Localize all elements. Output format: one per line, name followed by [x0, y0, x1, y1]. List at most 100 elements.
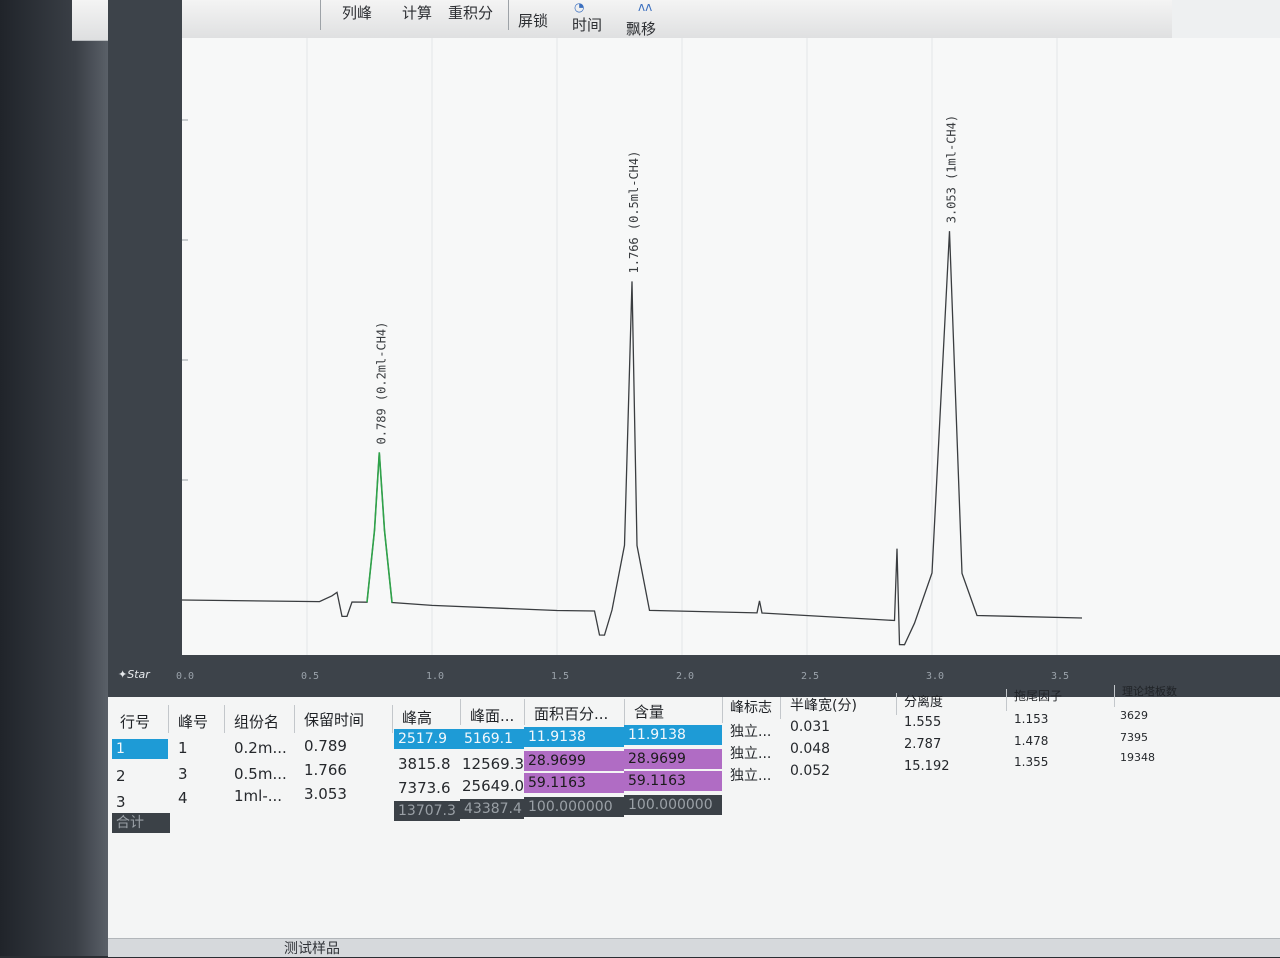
star-logo: ✦Star — [118, 668, 150, 681]
toolbar: 列峰 计算 重积分 屏锁 ◔ 时间 ᴧᴧ 飘移 — [72, 0, 1172, 41]
x-axis: 0.0 0.5 1.0 1.5 2.0 2.5 3.0 3.5 — [176, 671, 1069, 682]
table-cell[interactable]: 2517.9 — [394, 729, 460, 749]
table-row-selected-index[interactable]: 1 — [112, 739, 168, 759]
toolbar-reintegrate-button[interactable]: 重积分 — [448, 2, 493, 23]
table-cell[interactable]: 1.478 — [1014, 734, 1048, 748]
header-peak-flag[interactable]: 峰标志 — [730, 697, 772, 717]
header-peak-height[interactable]: 峰高 — [402, 707, 432, 728]
total-cell: 13707.3 — [394, 801, 460, 821]
toolbar-separator — [508, 0, 509, 30]
toolbar-separator — [320, 0, 321, 30]
series-line — [181, 231, 1083, 646]
table-cell[interactable]: 15.192 — [904, 759, 950, 774]
table-cell[interactable]: 25649.0 — [462, 777, 524, 795]
header-resolution[interactable]: 分离度 — [904, 691, 943, 710]
x-tick-label: 3.0 — [926, 671, 944, 682]
table-cell[interactable]: 0.048 — [790, 741, 830, 757]
table-cell[interactable]: 1ml-... — [234, 787, 282, 805]
total-cell: 100.000000 — [524, 797, 624, 817]
peak-label: 3.053 (1ml-CH4) — [945, 115, 959, 223]
table-cell[interactable]: 3 — [116, 793, 126, 811]
column-divider — [168, 705, 169, 733]
table-cell[interactable]: 19348 — [1120, 751, 1155, 764]
x-tick-label: 1.0 — [426, 671, 444, 682]
total-cell: 100.000000 — [624, 795, 722, 815]
table-cell[interactable]: 7373.6 — [398, 779, 451, 797]
table-cell[interactable]: 59.1163 — [524, 773, 624, 793]
column-divider — [294, 705, 295, 733]
results-panel: 行号 峰号 组份名 保留时间 1 1 0.2m... 0.789 2 3 0.5… — [108, 685, 1280, 956]
toolbar-time-button[interactable]: 时间 — [572, 14, 602, 35]
table-cell[interactable]: 1.153 — [1014, 712, 1048, 726]
header-peak-area[interactable]: 峰面... — [470, 705, 514, 726]
header-half-width[interactable]: 半峰宽(分) — [790, 695, 857, 715]
table-cell[interactable]: 7395 — [1120, 731, 1148, 744]
table-cell[interactable]: 3 — [178, 765, 188, 783]
tab-test-sample[interactable]: 测试样品 — [284, 938, 340, 958]
header-content[interactable]: 含量 — [634, 701, 664, 722]
header-component[interactable]: 组份名 — [234, 711, 279, 732]
column-divider — [392, 705, 393, 733]
column-divider — [1006, 689, 1007, 711]
table-cell[interactable]: 59.1163 — [624, 771, 722, 791]
column-divider — [460, 699, 461, 725]
drift-icon: ᴧᴧ — [638, 0, 653, 14]
header-peak-no[interactable]: 峰号 — [178, 711, 208, 732]
column-divider — [896, 693, 897, 715]
table-cell[interactable]: 1 — [178, 739, 188, 757]
clock-icon: ◔ — [574, 0, 585, 14]
table-cell[interactable]: 1.355 — [1014, 755, 1048, 769]
table-cell[interactable]: 4 — [178, 789, 188, 807]
x-tick-label: 0.5 — [301, 671, 319, 682]
column-divider — [624, 699, 625, 725]
table-cell[interactable]: 11.9138 — [524, 727, 624, 747]
table-cell[interactable]: 0.789 — [304, 737, 347, 755]
table-cell[interactable]: 0.031 — [790, 719, 830, 735]
chromatogram-plot-area[interactable]: 012340.789 (0.2ml-CH4)1.766 (0.5ml-CH4)3… — [162, 38, 1280, 660]
x-tick-label: 0.0 — [176, 671, 194, 682]
toolbar-drift-button[interactable]: 飘移 — [626, 18, 656, 39]
chart-frame-left — [108, 0, 182, 700]
toolbar-calc-button[interactable]: 计算 — [402, 2, 432, 23]
header-area-percent[interactable]: 面积百分... — [534, 703, 608, 724]
chart-frame-bottom: 0.0 0.5 1.0 1.5 2.0 2.5 3.0 3.5 — [108, 655, 1280, 697]
table-cell[interactable]: 独立... — [730, 743, 771, 763]
table-cell[interactable]: 28.9699 — [524, 751, 624, 771]
column-divider — [524, 699, 525, 725]
table-cell[interactable]: 独立... — [730, 765, 771, 785]
header-tailing-factor[interactable]: 拖尾因子 — [1014, 687, 1062, 704]
table-cell[interactable]: 11.9138 — [624, 725, 722, 745]
table-cell[interactable]: 3629 — [1120, 709, 1148, 722]
table-cell[interactable]: 0.052 — [790, 763, 830, 779]
x-tick-label: 2.5 — [801, 671, 819, 682]
table-cell[interactable]: 12569.3 — [462, 755, 524, 773]
x-tick-label: 3.5 — [1051, 671, 1069, 682]
highlighted-peak — [366, 452, 393, 603]
total-label: 合计 — [112, 813, 170, 833]
header-retention-time[interactable]: 保留时间 — [304, 709, 364, 730]
star-icon: ✦ — [118, 668, 128, 681]
table-cell[interactable]: 2.787 — [904, 737, 941, 752]
column-divider — [722, 697, 723, 723]
column-divider — [780, 697, 781, 719]
header-theoretical-plates[interactable]: 理论塔板数 — [1122, 683, 1177, 699]
table-cell[interactable]: 0.5m... — [234, 765, 287, 783]
chromatogram-chart: 012340.789 (0.2ml-CH4)1.766 (0.5ml-CH4)3… — [162, 38, 1083, 660]
header-row-no[interactable]: 行号 — [120, 711, 150, 732]
column-divider — [1114, 685, 1115, 707]
table-cell[interactable]: 3.053 — [304, 785, 347, 803]
table-cell[interactable]: 3815.8 — [398, 755, 451, 773]
toolbar-peak-button[interactable]: 列峰 — [342, 2, 372, 23]
peak-label: 1.766 (0.5ml-CH4) — [627, 151, 641, 274]
table-cell[interactable]: 2 — [116, 767, 126, 785]
x-tick-label: 2.0 — [676, 671, 694, 682]
table-cell[interactable]: 独立... — [730, 721, 771, 741]
table-cell[interactable]: 1.555 — [904, 715, 941, 730]
monitor-bezel — [0, 0, 108, 956]
column-divider — [224, 705, 225, 733]
table-cell[interactable]: 28.9699 — [624, 749, 722, 769]
toolbar-lock-button[interactable]: 屏锁 — [518, 10, 548, 31]
table-cell[interactable]: 5169.1 — [460, 729, 524, 749]
table-cell[interactable]: 1.766 — [304, 761, 347, 779]
table-cell[interactable]: 0.2m... — [234, 739, 287, 757]
